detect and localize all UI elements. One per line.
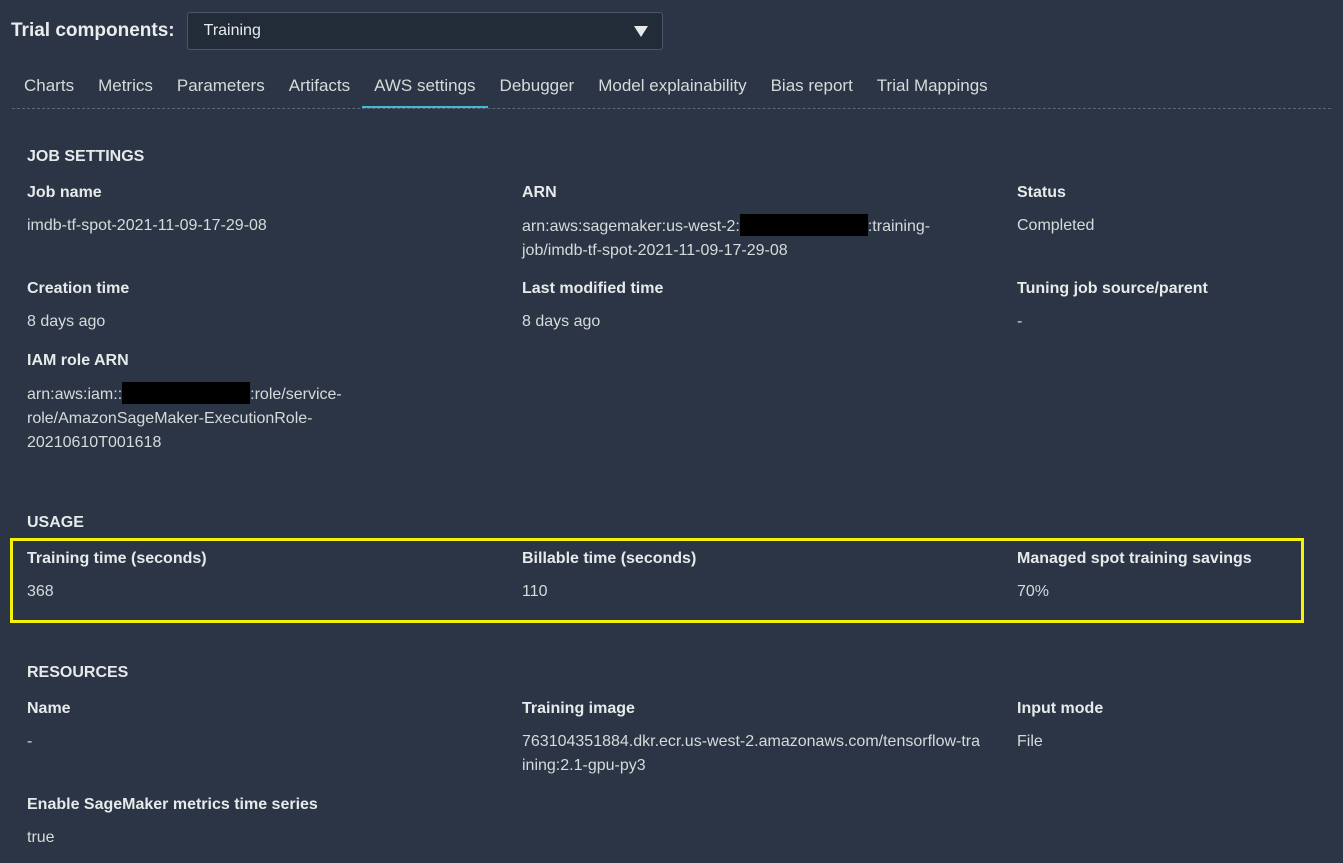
spot-savings-label: Managed spot training savings xyxy=(1017,550,1252,567)
tab-aws-settings[interactable]: AWS settings xyxy=(362,64,488,108)
tab-model-explainability[interactable]: Model explainability xyxy=(586,64,758,107)
training-time-label: Training time (seconds) xyxy=(27,550,207,567)
metrics-time-series-label: Enable SageMaker metrics time series xyxy=(27,796,318,813)
creation-time-value: 8 days ago xyxy=(27,313,106,330)
tab-artifacts[interactable]: Artifacts xyxy=(277,64,362,107)
trial-components-selected-value: Training xyxy=(203,22,261,39)
creation-time-label: Creation time xyxy=(27,280,130,297)
tab-metrics[interactable]: Metrics xyxy=(86,64,165,107)
iam-role-arn-label: IAM role ARN xyxy=(27,352,129,369)
tab-bias-report[interactable]: Bias report xyxy=(759,64,865,107)
tuning-job-source-field: Tuning job source/parent - xyxy=(1017,280,1317,334)
training-image-label: Training image xyxy=(522,700,635,717)
iam-role-arn-value: arn:aws:iam:::role/service-role/AmazonSa… xyxy=(27,382,387,455)
training-image-field: Training image 763104351884.dkr.ecr.us-w… xyxy=(522,700,982,778)
tab-label: Debugger xyxy=(499,75,575,95)
creation-time-field: Creation time 8 days ago xyxy=(27,280,487,334)
trial-components-label: Trial components: xyxy=(11,20,175,41)
arn-value: arn:aws:sagemaker:us-west-2::training-jo… xyxy=(522,214,982,263)
status-label: Status xyxy=(1017,184,1066,201)
tab-label: AWS settings xyxy=(374,75,476,95)
spot-savings-field: Managed spot training savings 70% xyxy=(1017,550,1297,604)
training-time-value: 368 xyxy=(27,583,54,600)
tab-label: Model explainability xyxy=(598,75,747,95)
caret-down-icon xyxy=(633,25,648,37)
resource-name-value: - xyxy=(27,733,33,750)
usage-heading: USAGE xyxy=(27,514,84,531)
tab-label: Parameters xyxy=(176,75,265,95)
trial-components-bar: Trial components: Training xyxy=(11,11,663,51)
last-modified-time-value: 8 days ago xyxy=(522,313,601,330)
tab-label: Charts xyxy=(24,75,75,95)
billable-time-label: Billable time (seconds) xyxy=(522,550,697,567)
tab-parameters[interactable]: Parameters xyxy=(165,64,277,107)
tuning-job-source-label: Tuning job source/parent xyxy=(1017,280,1208,297)
job-name-field: Job name imdb-tf-spot-2021-11-09-17-29-0… xyxy=(27,184,487,238)
redaction-block xyxy=(739,214,868,236)
iam-role-arn-field: IAM role ARN arn:aws:iam:::role/service-… xyxy=(27,352,387,455)
status-field: Status Completed xyxy=(1017,184,1317,238)
tuning-job-source-value: - xyxy=(1017,313,1023,330)
last-modified-time-label: Last modified time xyxy=(522,280,664,297)
tab-bar: Charts Metrics Parameters Artifacts AWS … xyxy=(12,64,1331,109)
metrics-time-series-field: Enable SageMaker metrics time series tru… xyxy=(27,796,487,850)
resource-name-field: Name - xyxy=(27,700,487,754)
input-mode-field: Input mode File xyxy=(1017,700,1317,754)
tab-label: Bias report xyxy=(770,75,853,95)
arn-value-prefix: arn:aws:sagemaker:us-west-2: xyxy=(522,218,740,235)
last-modified-time-field: Last modified time 8 days ago xyxy=(522,280,982,334)
iam-role-arn-prefix: arn:aws:iam:: xyxy=(27,386,123,403)
status-value: Completed xyxy=(1017,217,1095,234)
tab-label: Artifacts xyxy=(288,75,351,95)
resource-name-label: Name xyxy=(27,700,71,717)
input-mode-label: Input mode xyxy=(1017,700,1104,717)
training-image-value: 763104351884.dkr.ecr.us-west-2.amazonaws… xyxy=(522,733,981,774)
metrics-time-series-value: true xyxy=(27,829,55,846)
job-name-value: imdb-tf-spot-2021-11-09-17-29-08 xyxy=(27,217,267,234)
training-time-field: Training time (seconds) 368 xyxy=(27,550,487,604)
job-name-label: Job name xyxy=(27,184,102,201)
input-mode-value: File xyxy=(1017,733,1043,750)
billable-time-field: Billable time (seconds) 110 xyxy=(522,550,982,604)
billable-time-value: 110 xyxy=(522,583,548,600)
tab-debugger[interactable]: Debugger xyxy=(488,64,587,107)
spot-savings-value: 70% xyxy=(1017,583,1050,600)
tab-charts[interactable]: Charts xyxy=(12,64,86,107)
tab-label: Metrics xyxy=(98,75,153,95)
trial-components-select[interactable]: Training xyxy=(186,12,663,50)
job-settings-heading: JOB SETTINGS xyxy=(27,148,145,165)
redaction-block xyxy=(122,382,251,404)
tab-label: Trial Mappings xyxy=(876,75,988,95)
tab-trial-mappings[interactable]: Trial Mappings xyxy=(865,64,1000,107)
resources-heading: RESOURCES xyxy=(27,664,129,681)
arn-label: ARN xyxy=(522,184,557,201)
arn-field: ARN arn:aws:sagemaker:us-west-2::trainin… xyxy=(522,184,982,263)
